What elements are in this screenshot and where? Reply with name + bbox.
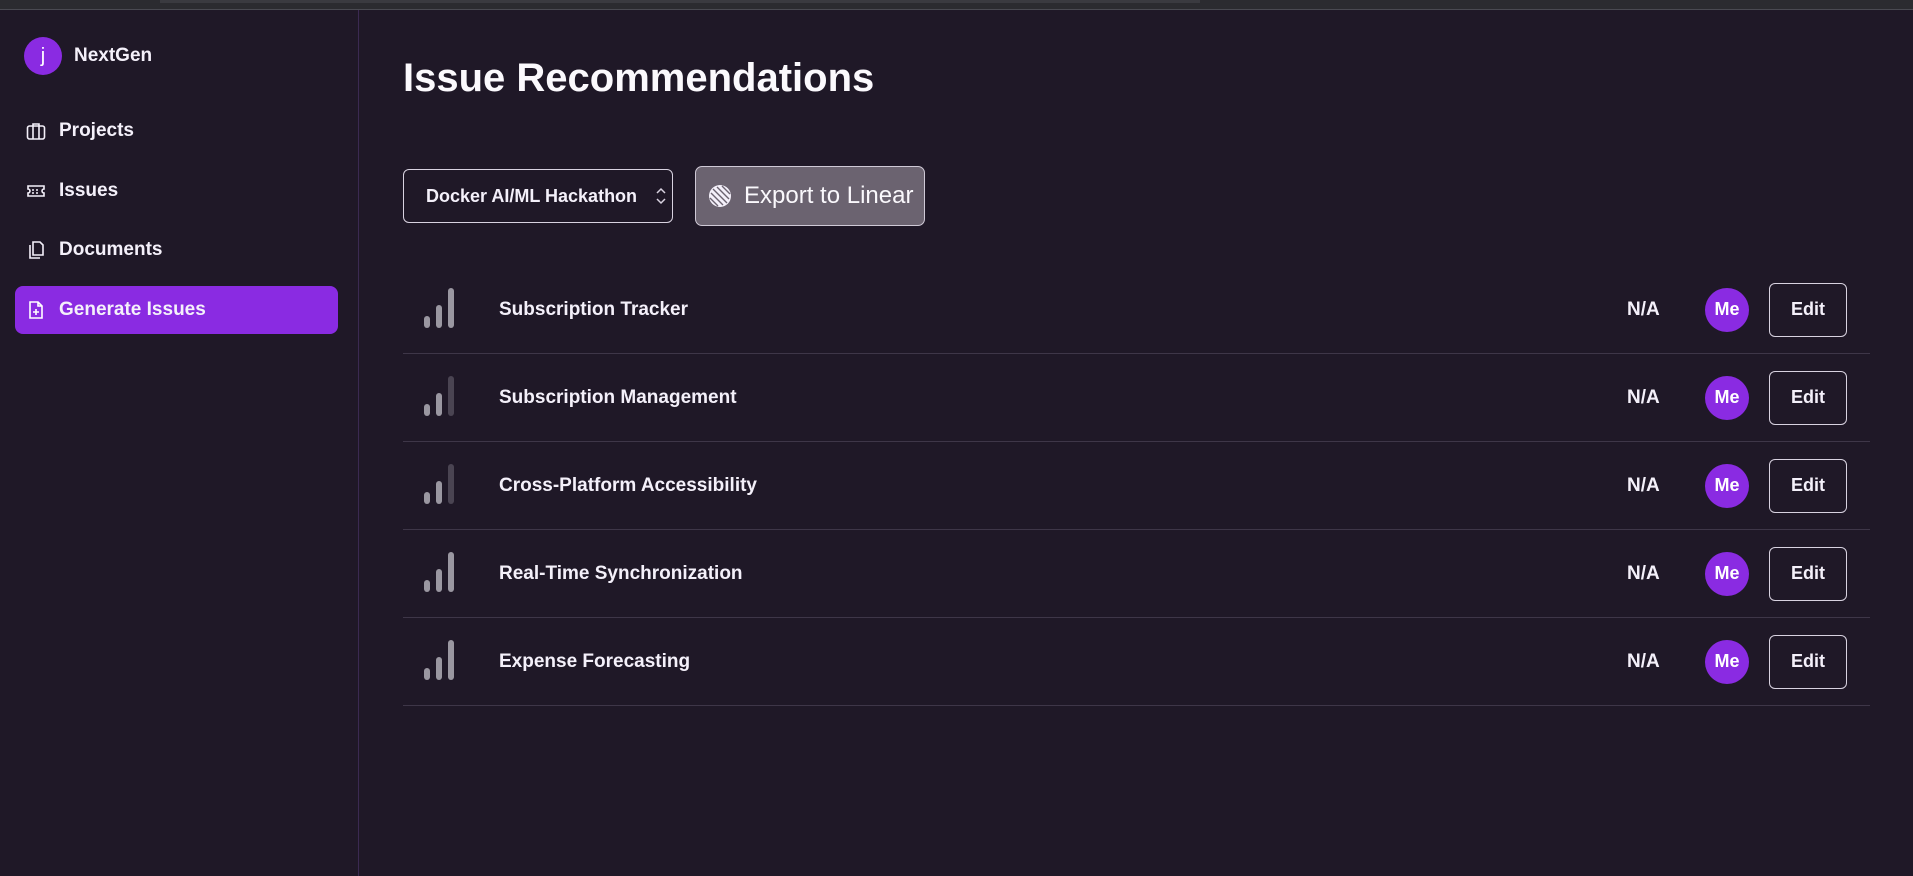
page-title: Issue Recommendations: [403, 56, 875, 100]
main-content: Issue Recommendations Docker AI/ML Hacka…: [360, 10, 1913, 876]
priority-bars-icon: [424, 464, 454, 504]
priority-bars-icon: [424, 640, 454, 680]
workspace-name: NextGen: [74, 45, 153, 66]
issue-list: Subscription Tracker N/A Me Edit Subscri…: [403, 266, 1870, 706]
issue-status: N/A: [1627, 474, 1660, 496]
assignee-avatar[interactable]: Me: [1705, 287, 1749, 332]
edit-button[interactable]: Edit: [1769, 458, 1847, 513]
file-plus-icon: [25, 299, 47, 321]
issue-status: N/A: [1627, 650, 1660, 672]
workspace-avatar: j: [24, 37, 62, 75]
issue-title: Real-Time Synchronization: [499, 562, 743, 584]
linear-logo-icon: [708, 184, 732, 208]
edit-button[interactable]: Edit: [1769, 634, 1847, 689]
issue-status: N/A: [1627, 298, 1660, 320]
table-row[interactable]: Subscription Management N/A Me Edit: [403, 354, 1870, 442]
priority-bars-icon: [424, 552, 454, 592]
sidebar-item-projects[interactable]: Projects: [15, 107, 338, 155]
project-select-value: Docker AI/ML Hackathon: [426, 185, 638, 206]
edit-button[interactable]: Edit: [1769, 282, 1847, 337]
priority-bars-icon: [424, 288, 454, 328]
table-row[interactable]: Cross-Platform Accessibility N/A Me Edit: [403, 442, 1870, 530]
issue-status: N/A: [1627, 386, 1660, 408]
sidebar: j NextGen Projects Issues Documents Gene…: [0, 10, 359, 876]
table-row[interactable]: Real-Time Synchronization N/A Me Edit: [403, 530, 1870, 618]
sidebar-item-documents[interactable]: Documents: [15, 226, 338, 274]
sidebar-item-generate-issues[interactable]: Generate Issues: [15, 286, 338, 334]
assignee-avatar[interactable]: Me: [1705, 639, 1749, 684]
export-button-label: Export to Linear: [744, 182, 914, 209]
briefcase-icon: [25, 120, 47, 142]
documents-icon: [25, 239, 47, 261]
project-select[interactable]: Docker AI/ML Hackathon: [403, 169, 673, 223]
issue-title: Cross-Platform Accessibility: [499, 474, 757, 496]
assignee-avatar[interactable]: Me: [1705, 463, 1749, 508]
edit-button[interactable]: Edit: [1769, 370, 1847, 425]
assignee-avatar[interactable]: Me: [1705, 551, 1749, 596]
issue-title: Subscription Tracker: [499, 298, 689, 320]
browser-top-strip: [0, 0, 1913, 10]
ticket-icon: [25, 180, 47, 202]
workspace-brand[interactable]: j NextGen: [24, 37, 152, 75]
export-to-linear-button[interactable]: Export to Linear: [695, 166, 925, 226]
sidebar-item-label: Issues: [59, 180, 119, 201]
assignee-avatar[interactable]: Me: [1705, 375, 1749, 420]
table-row[interactable]: Expense Forecasting N/A Me Edit: [403, 618, 1870, 706]
issue-title: Expense Forecasting: [499, 650, 691, 672]
sidebar-item-label: Projects: [59, 120, 134, 141]
edit-button[interactable]: Edit: [1769, 546, 1847, 601]
chevron-updown-icon: [654, 185, 668, 212]
issue-title: Subscription Management: [499, 386, 737, 408]
sidebar-item-issues[interactable]: Issues: [15, 167, 338, 215]
issue-status: N/A: [1627, 562, 1660, 584]
table-row[interactable]: Subscription Tracker N/A Me Edit: [403, 266, 1870, 354]
priority-bars-icon: [424, 376, 454, 416]
sidebar-item-label: Documents: [59, 239, 163, 260]
sidebar-item-label: Generate Issues: [59, 299, 206, 320]
